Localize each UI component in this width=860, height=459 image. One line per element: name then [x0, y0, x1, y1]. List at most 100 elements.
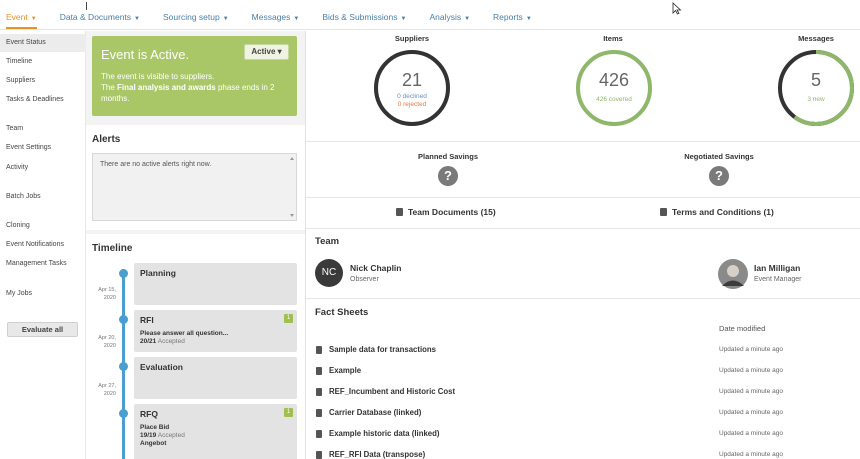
phase-name: Planning [140, 268, 176, 278]
tab-analysis[interactable]: Analysis ▼ [429, 12, 470, 29]
status-line-2: The Final analysis and awards phase ends… [101, 82, 288, 104]
task-name: Angebot [140, 440, 167, 447]
timeline-date: Apr 15, 2020 [98, 287, 116, 301]
phase-task: Place Bid 19/19 Accepted Angebot [140, 424, 291, 448]
tab-reports[interactable]: Reports ▼ [493, 12, 532, 29]
list-item[interactable]: Sample data for transactions Updated a mi… [306, 340, 860, 361]
tab-label: Data & Documents [59, 12, 132, 22]
sidebar-item-tasks-deadlines[interactable]: Tasks & Deadlines [0, 91, 86, 109]
messages-label: Messages [798, 34, 834, 43]
tab-event[interactable]: Event ▼ [6, 12, 37, 29]
negotiated-savings-label: Negotiated Savings [684, 152, 754, 161]
chevron-down-icon: ▼ [222, 16, 229, 22]
tab-label: Reports [493, 12, 523, 22]
fact-sheet-name[interactable]: Carrier Database (linked) [329, 408, 421, 417]
fact-sheet-date: Updated a minute ago [719, 367, 783, 374]
question-icon[interactable]: ? [438, 166, 458, 186]
planned-savings-label: Planned Savings [417, 152, 479, 161]
scrollbar[interactable] [289, 155, 295, 219]
top-nav-tabs: Event ▼ Data & Documents ▼ Sourcing setup ▼… [6, 12, 555, 29]
sidebar-item-timeline[interactable]: Timeline [0, 53, 86, 71]
sidebar-item-event-settings[interactable]: Event Settings [0, 139, 86, 157]
list-item[interactable]: Example Updated a minute ago [306, 361, 860, 382]
sidebar-item-team[interactable]: Team [0, 120, 86, 138]
mouse-pointer-icon [672, 2, 682, 15]
evaluate-all-button[interactable]: Evaluate all [7, 322, 78, 337]
fact-sheet-date: Updated a minute ago [719, 409, 783, 416]
fact-sheet-date: Updated a minute ago [719, 430, 783, 437]
sidebar-item-event-notifications[interactable]: Event Notifications [0, 236, 86, 254]
task-state: Accepted [157, 432, 185, 439]
timeline-phase-planning[interactable]: Planning [134, 263, 297, 305]
list-item[interactable]: Example historic data (linked) Updated a … [306, 424, 860, 445]
document-icon [316, 367, 322, 375]
member-name[interactable]: Ian Milligan [754, 263, 800, 273]
items-metric[interactable]: 426 426 covered [574, 48, 654, 128]
timeline-dot [119, 362, 128, 371]
alerts-message: There are no active alerts right now. [100, 161, 212, 168]
tab-label: Bids & Submissions [322, 12, 398, 22]
suppliers-metric[interactable]: 21 0 declined 0 rejected [372, 48, 452, 128]
top-nav: Event ▼ Data & Documents ▼ Sourcing setup ▼… [0, 0, 860, 30]
divider [306, 197, 860, 198]
question-icon[interactable]: ? [709, 166, 729, 186]
document-icon [396, 208, 403, 216]
team-documents-button[interactable]: Team Documents (15) [396, 207, 496, 217]
app-window: Event ▼ Data & Documents ▼ Sourcing setup ▼… [0, 0, 860, 459]
list-item[interactable]: REF_Incumbent and Historic Cost Updated a… [306, 382, 860, 403]
tab-data-documents[interactable]: Data & Documents ▼ [60, 12, 140, 29]
sidebar-item-management-tasks[interactable]: Management Tasks [0, 255, 86, 273]
timeline-phase-evaluation[interactable]: Evaluation [134, 357, 297, 399]
tab-messages[interactable]: Messages ▼ [252, 12, 300, 29]
timeline-phase-rfq[interactable]: RFQ 1 Place Bid 19/19 Accepted Angebot [134, 404, 297, 459]
tab-sourcing-setup[interactable]: Sourcing setup ▼ [163, 12, 229, 29]
suppliers-label: Suppliers [394, 34, 430, 43]
sidebar-item-event-status[interactable]: Event Status [0, 34, 86, 52]
phase-count-badge: 1 [284, 314, 293, 323]
terms-conditions-label: Terms and Conditions (1) [672, 207, 774, 217]
avatar: NC [315, 259, 343, 287]
fact-sheet-name[interactable]: Sample data for transactions [329, 345, 436, 354]
sidebar-item-my-jobs[interactable]: My Jobs [0, 285, 86, 303]
messages-metric[interactable]: 5 3 new [776, 48, 856, 128]
sidebar-item-batch-jobs[interactable]: Batch Jobs [0, 188, 86, 206]
terms-conditions-button[interactable]: Terms and Conditions (1) [660, 207, 774, 217]
suppliers-declined: 0 declined [397, 93, 427, 100]
document-icon [316, 451, 322, 459]
tab-label: Analysis [429, 12, 462, 22]
member-name[interactable]: Nick Chaplin [350, 263, 401, 273]
phase-task: Please answer all question... 20/21 Accep… [140, 330, 291, 346]
document-icon [316, 346, 322, 354]
team-title: Team [315, 236, 340, 247]
fact-sheet-date: Updated a minute ago [719, 451, 783, 458]
fact-sheet-name[interactable]: Example historic data (linked) [329, 429, 440, 438]
alerts-box: There are no active alerts right now. [92, 153, 297, 221]
alerts-panel: Alerts There are no active alerts right … [86, 125, 305, 230]
timeline-date: Apr 20, 2020 [98, 335, 116, 349]
member-role: Observer [350, 276, 379, 283]
status-dropdown-button[interactable]: Active ▾ [244, 44, 289, 60]
sidebar-item-cloning[interactable]: Cloning [0, 217, 86, 235]
fact-sheet-name[interactable]: REF_RFI Data (transpose) [329, 450, 425, 459]
sidebar-item-suppliers[interactable]: Suppliers [0, 72, 86, 90]
messages-count: 5 [810, 70, 821, 90]
chevron-down-icon: ▼ [30, 16, 37, 22]
document-icon [660, 208, 667, 216]
event-summary-column: Event is Active. Active ▾ The event is v… [86, 31, 306, 459]
fact-sheet-name[interactable]: Example [329, 366, 361, 375]
tab-bids-submissions[interactable]: Bids & Submissions ▼ [322, 12, 406, 29]
fact-sheets-title: Fact Sheets [315, 307, 369, 318]
items-covered: 426 covered [596, 96, 632, 103]
timeline-phase-rfi[interactable]: RFI 1 Please answer all question... 20/21… [134, 310, 297, 352]
alerts-title: Alerts [92, 134, 121, 145]
list-item[interactable]: Carrier Database (linked) Updated a minut… [306, 403, 860, 424]
task-state: Accepted [157, 338, 185, 345]
chevron-down-icon: ▼ [464, 16, 471, 22]
sidebar-item-activity[interactable]: Activity [0, 159, 86, 177]
tab-label: Sourcing setup [163, 12, 220, 22]
date-modified-header: Date modified [719, 324, 766, 333]
sidebar: Event Status Timeline Suppliers Tasks & … [0, 31, 86, 459]
fact-sheet-name[interactable]: REF_Incumbent and Historic Cost [329, 387, 455, 396]
list-item[interactable]: REF_RFI Data (transpose) Updated a minute… [306, 445, 860, 459]
task-name: Place Bid [140, 424, 170, 431]
